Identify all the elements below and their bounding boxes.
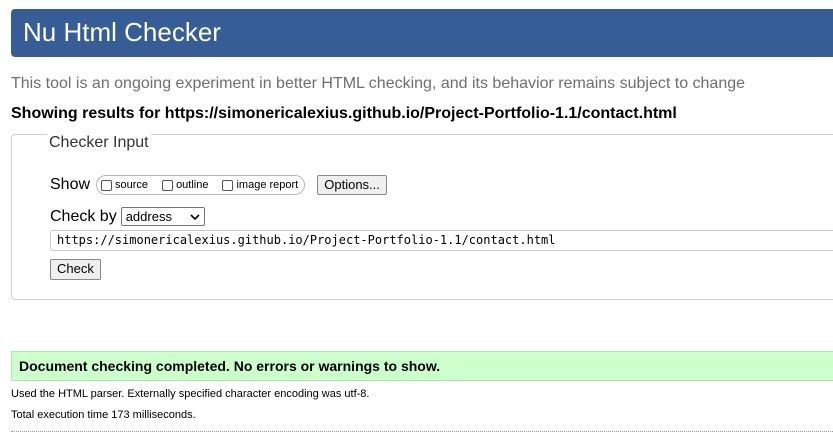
source-label: source [115,179,149,191]
check-by-label: Check by [50,207,117,225]
source-checkbox[interactable] [101,179,113,191]
show-source-option[interactable]: source [101,179,148,191]
outline-checkbox[interactable] [162,179,174,191]
tool-description: This tool is an ongoing experiment in be… [11,75,746,92]
parser-info: Used the HTML parser. Externally specifi… [11,388,370,400]
show-image-report-option[interactable]: image report [222,179,298,191]
show-options-group: source outline image report [96,175,306,195]
success-message-box: Document checking completed. No errors o… [11,351,833,381]
chevron-down-icon [190,213,200,220]
show-label: Show [50,176,91,193]
execution-time: Total execution time 173 milliseconds. [11,409,196,421]
image-report-label: image report [236,179,299,191]
app-header: Nu Html Checker [11,9,833,57]
divider [11,431,833,432]
url-input[interactable]: https://simonericalexius.github.io/Proje… [50,230,833,251]
showing-results-heading: Showing results for https://simonericale… [11,105,677,122]
outline-label: outline [176,179,209,191]
success-message: Document checking completed. No errors o… [19,358,441,374]
image-report-checkbox[interactable] [222,179,234,191]
check-by-select[interactable]: address [120,207,205,226]
show-outline-option[interactable]: outline [162,179,208,191]
page-title: Nu Html Checker [23,17,221,47]
check-button[interactable]: Check [50,259,101,280]
show-row: Show source outline image report Options… [50,174,387,196]
check-by-value: address [125,209,172,224]
options-button[interactable]: Options... [317,175,387,195]
checker-input-legend: Checker Input [47,134,151,152]
check-by-row: Check by address [50,207,205,226]
